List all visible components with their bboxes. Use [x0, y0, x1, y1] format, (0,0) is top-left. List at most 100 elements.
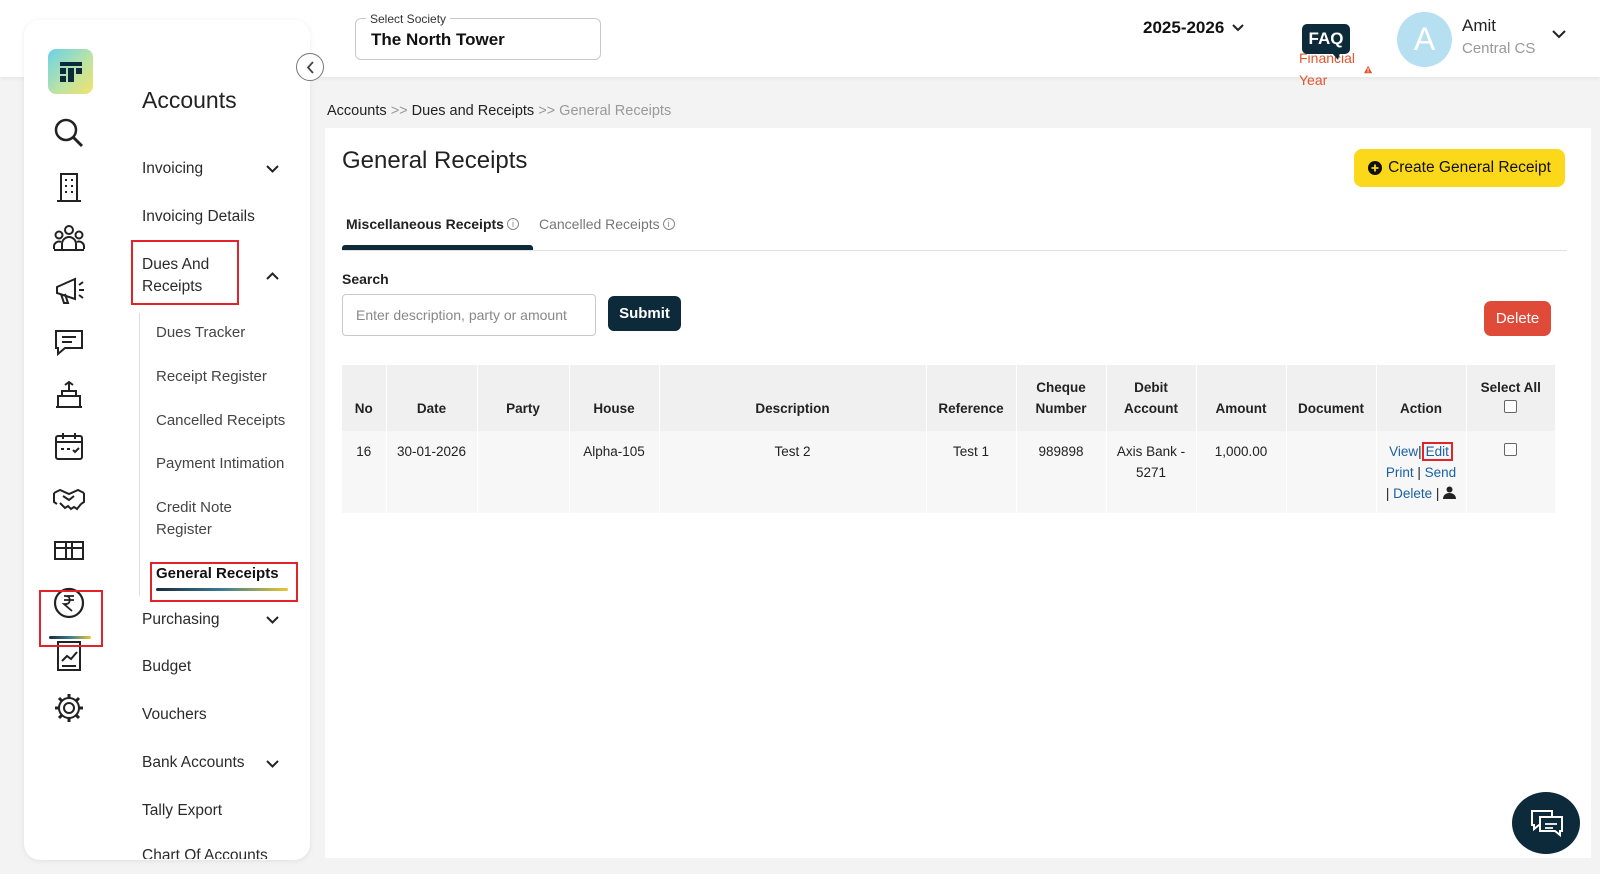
tab-miscellaneous-receipts[interactable]: Miscellaneous Receipts i [346, 216, 519, 232]
breadcrumb: Accounts >> Dues and Receipts >> General… [327, 103, 671, 119]
submenu-dues-tracker[interactable]: Dues Tracker [156, 322, 245, 344]
society-select[interactable]: Select Society The North Tower [355, 12, 601, 60]
collapse-sidebar-button[interactable] [296, 53, 324, 81]
cell-no: 16 [342, 431, 386, 513]
table-header-row: No Date Party House Description Referenc… [342, 365, 1555, 431]
chat-bubbles-icon [1531, 810, 1563, 838]
column-header: Document [1285, 365, 1376, 431]
menu-item-purchasing[interactable]: Purchasing [142, 609, 220, 631]
menu-item-chart-of-accounts-clip: Chart Of Accounts [142, 845, 268, 859]
menu-item-vouchers[interactable]: Vouchers [142, 704, 207, 726]
chat-support-button[interactable] [1512, 792, 1580, 854]
info-icon: i [662, 218, 675, 230]
cell-amount: 1,000.00 [1195, 431, 1286, 513]
column-header: Reference [925, 365, 1016, 431]
chevron-down-icon[interactable] [266, 616, 279, 624]
action-separator: | [1417, 465, 1421, 480]
breadcrumb-dues-and-receipts[interactable]: Dues and Receipts [412, 103, 535, 119]
breadcrumb-accounts[interactable]: Accounts [327, 103, 387, 119]
receipts-table: No Date Party House Description Referenc… [342, 365, 1555, 513]
print-link[interactable]: Print [1386, 465, 1414, 480]
chat-icon[interactable] [49, 322, 89, 362]
user-role: Central CS [1462, 40, 1536, 57]
menu-item-invoicing-details[interactable]: Invoicing Details [142, 206, 255, 228]
building-icon[interactable] [49, 167, 89, 207]
create-general-receipt-button[interactable]: Create General Receipt [1354, 149, 1565, 187]
cell-cheque-number: 989898 [1015, 431, 1106, 513]
send-link[interactable]: Send [1425, 465, 1457, 480]
warning-icon [1363, 65, 1373, 73]
cell-debit-account: Axis Bank - 5271 [1105, 431, 1196, 513]
logo-icon [59, 61, 82, 82]
user-menu-chevron-icon[interactable] [1552, 30, 1566, 39]
menu-item-budget[interactable]: Budget [142, 656, 191, 678]
society-select-value: The North Tower [371, 30, 505, 49]
cell-date: 30-01-2026 [385, 431, 477, 513]
calendar-icon[interactable] [49, 426, 89, 466]
delete-button[interactable]: Delete [1484, 301, 1551, 336]
cell-party [476, 431, 569, 513]
submenu-receipt-register[interactable]: Receipt Register [156, 366, 267, 388]
members-icon[interactable] [49, 218, 89, 258]
financial-year-selector[interactable]: 2025-2026 Financial Year [1143, 18, 1373, 88]
cell-description: Test 2 [658, 431, 926, 513]
action-separator: | [1435, 486, 1440, 501]
column-header: Amount [1195, 365, 1286, 431]
chevron-down-icon[interactable] [266, 165, 279, 173]
user-name: Amit [1462, 16, 1496, 35]
menu-item-tally-export[interactable]: Tally Export [142, 800, 222, 822]
column-header: Party [476, 365, 569, 431]
page-title: General Receipts [342, 147, 528, 174]
active-tab-indicator [342, 245, 533, 250]
delete-link[interactable]: Delete [1393, 486, 1432, 501]
menu-item-invoicing[interactable]: Invoicing [142, 158, 203, 180]
column-header: Action [1375, 365, 1466, 431]
chevron-left-icon [306, 60, 314, 74]
row-checkbox[interactable] [1504, 443, 1518, 456]
table-row: 16 30-01-2026 Alpha-105 Test 2 Test 1 98… [342, 431, 1555, 513]
avatar[interactable]: A [1397, 12, 1452, 67]
facility-icon[interactable] [49, 374, 89, 414]
cell-house: Alpha-105 [568, 431, 659, 513]
tab-cancelled-receipts[interactable]: Cancelled Receipts i [539, 216, 675, 232]
announcement-icon[interactable] [49, 270, 89, 310]
create-general-receipt-label: Create General Receipt [1388, 159, 1551, 176]
column-header: House [568, 365, 659, 431]
column-header: No [342, 365, 386, 431]
tabs: Miscellaneous Receipts i Cancelled Recei… [342, 206, 1567, 251]
cell-actions: View| Edit Print | Send | Delete | [1375, 431, 1466, 513]
user-icon[interactable] [1443, 486, 1457, 499]
settings-icon[interactable] [49, 688, 89, 728]
submenu-payment-intimation[interactable]: Payment Intimation [156, 453, 284, 475]
menu-item-bank-accounts[interactable]: Bank Accounts [142, 752, 245, 774]
handshake-icon[interactable] [49, 478, 89, 518]
financial-year-value: 2025-2026 [1143, 18, 1225, 37]
select-all-header: Select All [1465, 365, 1555, 431]
info-icon: i [506, 218, 519, 230]
search-label: Search [342, 271, 389, 287]
app-logo[interactable] [48, 49, 93, 94]
submenu-cancelled-receipts[interactable]: Cancelled Receipts [156, 410, 285, 432]
parcel-icon[interactable] [49, 529, 89, 569]
breadcrumb-separator: >> [390, 103, 408, 119]
rail-highlight-box [39, 590, 103, 647]
submenu-credit-note-register[interactable]: Credit Note Register [156, 497, 246, 541]
action-separator: | [1385, 486, 1390, 501]
submit-button[interactable]: Submit [608, 296, 681, 331]
chevron-down-icon[interactable] [266, 760, 279, 768]
select-all-checkbox[interactable] [1504, 400, 1518, 413]
column-header: Description [658, 365, 926, 431]
faq-button[interactable]: FAQ [1302, 24, 1350, 60]
menu-item-chart-of-accounts[interactable]: Chart Of Accounts [142, 845, 268, 859]
view-link[interactable]: View [1389, 444, 1418, 459]
search-input[interactable] [342, 294, 596, 336]
menu-title: Accounts [142, 87, 237, 113]
cell-select [1465, 431, 1555, 513]
chevron-up-icon[interactable] [266, 272, 279, 280]
search-icon[interactable] [49, 113, 89, 153]
plus-circle-icon [1368, 161, 1383, 175]
breadcrumb-separator: >> [538, 103, 556, 119]
select-all-label: Select All [1480, 380, 1541, 395]
edit-link[interactable]: Edit [1421, 442, 1453, 461]
breadcrumb-current: General Receipts [559, 103, 672, 119]
